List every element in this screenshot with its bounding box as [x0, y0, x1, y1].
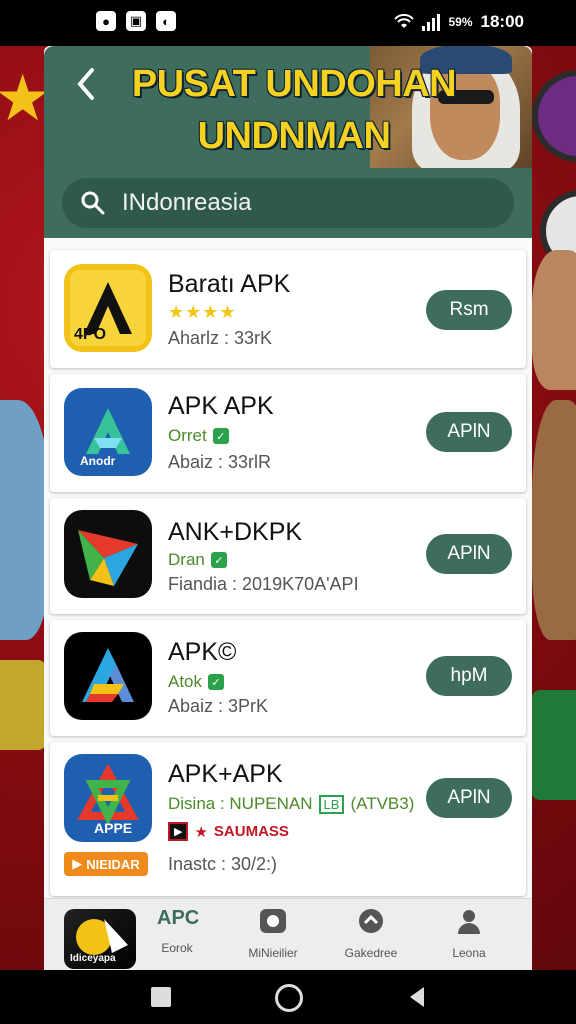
app-icon: ◐	[156, 11, 176, 31]
app-meta-3: Dran ✓	[168, 550, 227, 570]
search-area	[44, 168, 532, 238]
search-bar[interactable]	[62, 178, 514, 228]
app-meta-3-text: Dran	[168, 550, 205, 569]
gallery-icon: ▣	[126, 11, 146, 31]
app-name-2: APK APK	[168, 392, 274, 420]
status-right: 59% 18:00	[394, 12, 524, 32]
app-meta-5: Disina : NUPENAN LB (ATVB3)	[168, 794, 414, 814]
back-arrow-icon	[77, 68, 94, 100]
nav-item-minieilier[interactable]: MiNieilier	[228, 907, 318, 960]
flag-decoration	[532, 690, 576, 800]
home-button[interactable]	[275, 984, 303, 1012]
app-icon-5-label: APPE	[94, 820, 133, 836]
app-icon-3	[64, 510, 152, 598]
user-icon	[458, 910, 480, 934]
system-navigation-bar	[0, 970, 576, 1024]
nav-label-gakedree: Gakedree	[344, 946, 398, 960]
app-card-3[interactable]: ANK+DKPK Dran ✓ Fiandia : 2019K70A'API A…	[50, 498, 526, 614]
app-tag-5: ▶ NIEIDAR	[64, 852, 148, 876]
app-meta-2-text: Orret	[168, 426, 207, 445]
install-button-3[interactable]: APlN	[426, 534, 512, 574]
nav-label-minieilier: MiNieilier	[248, 946, 298, 960]
search-icon[interactable]	[80, 190, 106, 216]
app-meta-4: Atok ✓	[168, 672, 225, 692]
app-name-4: APK©	[168, 638, 237, 666]
app-downloads-1: Aharlz : 33rK	[168, 328, 273, 348]
install-button-1[interactable]: Rsm	[426, 290, 512, 330]
app-card-2[interactable]: Anodr APK APK Orret ✓ Abaiz : 33rlR APlN	[50, 374, 526, 492]
back-nav-button[interactable]	[404, 984, 430, 1010]
battery-level: 59%	[448, 15, 473, 29]
meta-extra: (ATVB3)	[350, 794, 415, 813]
nav-item-gakedree[interactable]: Gakedree	[326, 907, 416, 960]
app-downloads-5: Inastc : 30/2:)	[168, 854, 278, 874]
app-downloads-4: Abaiz : 3PrK	[168, 696, 269, 716]
check-icon: ✓	[212, 428, 229, 444]
nav-label-eorok: Eorok	[161, 941, 193, 955]
status-bar: ● ▣ ◐ 59% 18:00	[0, 0, 576, 46]
status-left-icons: ● ▣ ◐	[96, 11, 176, 31]
app-card-5[interactable]: APPE ▶ NIEIDAR APK+APK Disina : NUPENAN L…	[50, 742, 526, 896]
check-icon: ✓	[208, 674, 225, 690]
promo-star-icon: ★	[194, 823, 208, 841]
clock: 18:00	[480, 12, 524, 31]
nav-label-leona: Leona	[452, 946, 486, 960]
badge-decoration	[532, 70, 576, 162]
home-icon	[275, 984, 303, 1012]
app-icon-2: Anodr	[64, 388, 152, 476]
install-button-5[interactable]: APlN	[426, 778, 512, 818]
app-tag-5-text: NIEIDAR	[86, 856, 140, 872]
app-meta-2: Orret ✓	[168, 426, 229, 446]
recents-icon	[151, 987, 171, 1007]
promo-text: SAUMASS	[213, 823, 289, 840]
app-name-1: Baratı APK	[168, 270, 291, 298]
page-title: PUSAT UNDOHAN UNDNMAN INONISIA	[114, 58, 474, 168]
app-icon-1: 4PO	[64, 264, 152, 352]
app-meta-4-text: Atok	[168, 672, 203, 691]
apk-icon: APC	[157, 907, 200, 929]
app-card-4[interactable]: APK© Atok ✓ Abaiz : 3PrK hpM	[50, 620, 526, 736]
app-card-1[interactable]: 4PO Baratı APK ★★★★ Aharlz : 33rK Rsm	[50, 250, 526, 368]
back-button[interactable]	[70, 64, 102, 104]
check-icon: ✓	[210, 552, 227, 568]
app-downloads-2: Abaiz : 33rlR	[168, 452, 272, 472]
promo-row: ▶ ★ SAUMASS	[168, 822, 289, 841]
wifi-icon	[394, 14, 415, 28]
app-name-5: APK+APK	[168, 760, 283, 788]
person-decoration	[532, 400, 576, 640]
app-icon-1-label: 4PO	[74, 326, 107, 343]
rating-stars: ★★★★	[168, 302, 237, 323]
app-icon-2-label: Anodr	[80, 454, 116, 468]
nav-item-leona[interactable]: Leona	[424, 907, 514, 960]
signal-icon	[422, 13, 441, 31]
recents-button[interactable]	[148, 984, 174, 1010]
bottom-navigation: Idiceyapa APC Eorok MiNieilier Gakedree	[44, 898, 532, 970]
category-icon	[260, 909, 286, 933]
nav-item-featured[interactable]: Idiceyapa	[64, 909, 136, 969]
sticker-decoration	[0, 660, 46, 750]
install-button-2[interactable]: APlN	[426, 412, 512, 452]
notification-icon: ●	[96, 11, 116, 31]
share-icon	[359, 909, 383, 933]
app-icon-4	[64, 632, 152, 720]
app-meta-5-text: Disina : NUPENAN	[168, 794, 313, 813]
title-line-2: UNDNMAN INONISIA	[197, 115, 391, 168]
person-decoration	[0, 400, 50, 640]
title-line-1: PUSAT UNDOHAN	[131, 63, 457, 105]
person-decoration	[532, 250, 576, 390]
meta-badge: LB	[318, 794, 345, 814]
app-icon-5: APPE	[64, 754, 152, 842]
app-name-3: ANK+DKPK	[168, 518, 303, 546]
play-icon: ▶	[72, 856, 83, 871]
install-button-4[interactable]: hpM	[426, 656, 512, 696]
back-triangle-icon	[410, 987, 424, 1007]
header: PUSAT UNDOHAN UNDNMAN INONISIA	[44, 46, 532, 168]
app-downloads-3: Fiandia : 2019K70A'API	[168, 574, 359, 594]
nav-item-eorok[interactable]: APC Eorok	[132, 907, 222, 955]
nav-featured-label: Idiceyapa	[70, 953, 116, 964]
promo-badge: ▶	[168, 822, 189, 841]
stars: ★★★★	[168, 302, 237, 322]
app-window: PUSAT UNDOHAN UNDNMAN INONISIA 4PO Barat…	[44, 46, 532, 970]
search-input[interactable]	[120, 188, 484, 218]
